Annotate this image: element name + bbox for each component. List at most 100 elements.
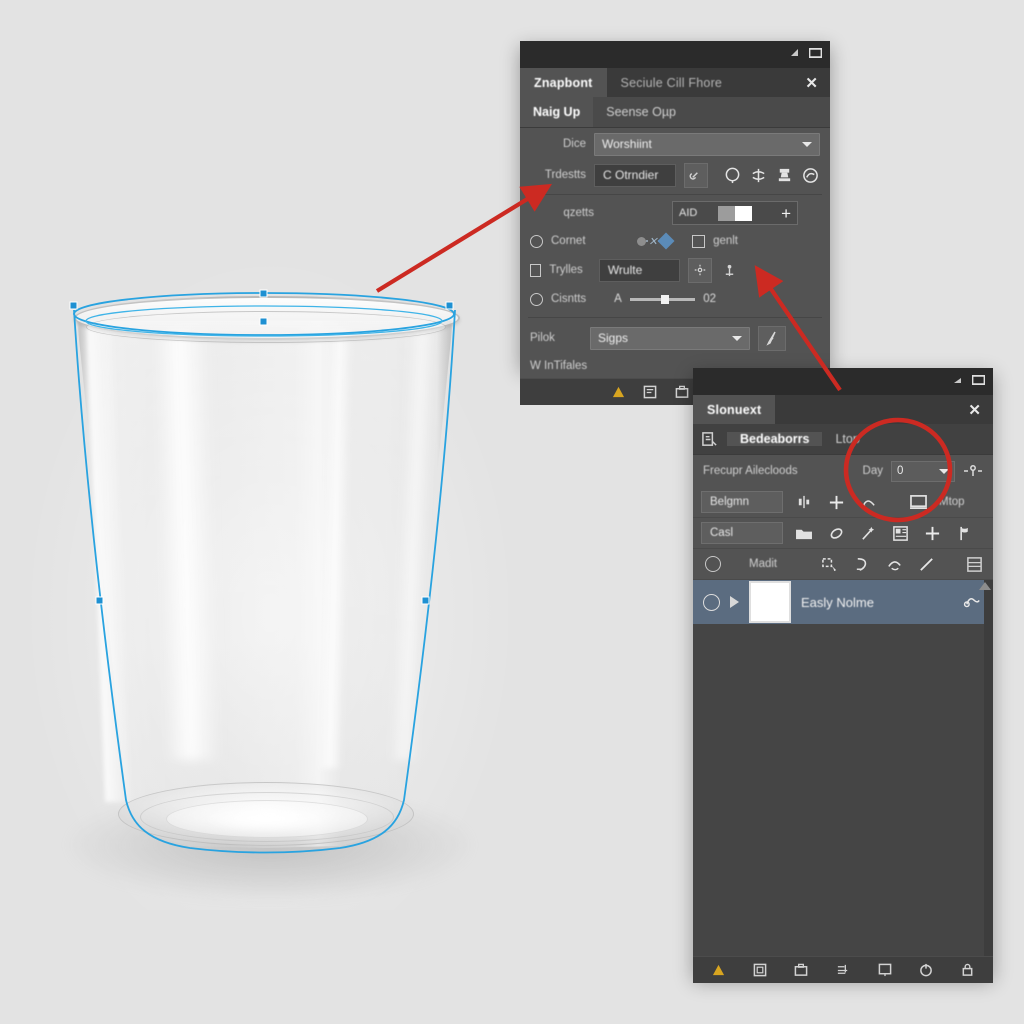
layer-list-scrollbar[interactable] xyxy=(984,580,993,956)
stamp-icon[interactable] xyxy=(776,164,794,186)
panel2-options-icon[interactable] xyxy=(963,463,983,479)
panel1-styles-field[interactable]: Wrulte xyxy=(598,258,680,282)
panel1-counts-slider[interactable] xyxy=(629,294,696,304)
refresh-icon[interactable] xyxy=(919,963,933,977)
panel1-subtabs[interactable]: Naig Up Seense Oµp xyxy=(520,97,830,128)
maximize-icon[interactable] xyxy=(809,47,822,58)
panel1-styles-row[interactable]: Trylles Wrulte xyxy=(520,255,830,285)
wand-icon[interactable] xyxy=(857,522,879,544)
panel2-day-combo[interactable]: 0 xyxy=(891,460,955,482)
checkbox-icon-2[interactable] xyxy=(530,263,542,277)
panel1-gradient-slider[interactable]: ✕ xyxy=(636,232,675,250)
panel1-subtab-0[interactable]: Naig Up xyxy=(520,97,594,127)
visibility-icon[interactable] xyxy=(703,593,720,611)
panel2-tabbar[interactable]: Slonuext ✕ xyxy=(693,395,993,424)
plus-icon-2[interactable] xyxy=(921,522,943,544)
screen-icon[interactable] xyxy=(907,491,929,513)
warning-icon-2[interactable] xyxy=(712,964,725,977)
pen-icon[interactable] xyxy=(758,325,786,351)
panel2-close-button[interactable]: ✕ xyxy=(968,401,981,419)
camera-icon[interactable] xyxy=(675,385,689,399)
panel1-tab-active[interactable]: Znapbont xyxy=(520,68,607,97)
panel2-toolbar-row-2[interactable]: Casl xyxy=(693,518,993,549)
panel1-options-row[interactable]: qzetts AID + xyxy=(520,199,830,227)
align-icon[interactable] xyxy=(793,491,815,513)
cloud-icon[interactable] xyxy=(802,164,820,186)
lasso-icon[interactable] xyxy=(724,164,742,186)
camera-icon-2[interactable] xyxy=(794,963,808,977)
slider-start-dot[interactable] xyxy=(636,236,646,246)
link-icon[interactable] xyxy=(684,162,708,188)
layer-thumbnail[interactable] xyxy=(749,581,791,623)
panel2-btn-casl[interactable]: Casl xyxy=(701,522,783,544)
panel2-tab-0[interactable]: Bedeaborrs xyxy=(727,432,823,446)
panel2-header-row[interactable]: Frecupr Ailecloods Day 0 xyxy=(693,455,993,487)
panel-filter-dialog[interactable]: Znapbont Seciule Cill Fhore ✕ Naig Up Se… xyxy=(520,41,830,405)
brush-icon[interactable] xyxy=(825,522,847,544)
note-icon[interactable] xyxy=(643,385,657,399)
panel1-add-icon[interactable]: + xyxy=(781,205,791,222)
folder-icon[interactable] xyxy=(793,522,815,544)
shape-icon[interactable] xyxy=(851,553,873,575)
layer-row[interactable]: Easly Nolme xyxy=(693,580,993,624)
flag-icon[interactable] xyxy=(953,522,975,544)
slider-midpoint-icon[interactable]: ✕ xyxy=(648,235,657,248)
panel2-toolbar-row-1[interactable]: Belgmn Mtop xyxy=(693,487,993,518)
panel2-panel-menu-icon[interactable] xyxy=(693,431,727,448)
transform-icon[interactable] xyxy=(687,257,713,283)
panel-icon[interactable] xyxy=(963,553,985,575)
chevron-right-icon[interactable] xyxy=(730,596,739,608)
panel1-counts-row[interactable]: Cisntts A 02 xyxy=(520,285,830,313)
panel1-mode-swatch-group[interactable]: AID + xyxy=(672,201,798,225)
minimize-icon-2[interactable] xyxy=(952,374,965,385)
panel2-window-buttons[interactable] xyxy=(952,374,985,385)
radio-icon[interactable] xyxy=(530,234,543,248)
checkbox-icon[interactable] xyxy=(692,234,706,248)
plus-icon[interactable] xyxy=(825,491,847,513)
grid-icon[interactable] xyxy=(889,522,911,544)
panel1-subtab-1[interactable]: Seense Oµp xyxy=(593,97,689,127)
slider-end-diamond[interactable] xyxy=(657,232,675,250)
panel2-btn-belgmn[interactable]: Belgmn xyxy=(701,491,783,513)
panel1-comet-row[interactable]: Cornet ✕ genlt xyxy=(520,227,830,255)
note-icon-2[interactable] xyxy=(753,963,767,977)
curve-icon-2[interactable] xyxy=(883,553,905,575)
panel2-tab-1[interactable]: Ltop xyxy=(822,432,872,446)
select-icon[interactable] xyxy=(819,553,841,575)
panel2-subtabs[interactable]: Bedeaborrs Ltop xyxy=(693,424,993,455)
scroll-up-icon[interactable] xyxy=(979,582,991,590)
panel1-tools-field[interactable]: C Otrndier xyxy=(594,163,677,187)
swatch-gray[interactable] xyxy=(718,205,736,221)
blend-icon[interactable] xyxy=(750,164,768,186)
panel2-footer[interactable] xyxy=(693,956,993,983)
lock-icon-2[interactable] xyxy=(961,963,974,977)
line-icon[interactable] xyxy=(915,553,937,575)
panel1-window-buttons[interactable] xyxy=(789,47,822,58)
warning-icon[interactable] xyxy=(612,386,625,399)
counts-slider-track[interactable] xyxy=(629,294,696,304)
panel1-titlebar[interactable] xyxy=(520,41,830,68)
panel1-preset-combo[interactable]: Worshiint xyxy=(594,132,820,156)
panel2-titlebar[interactable] xyxy=(693,368,993,395)
panel1-swatches[interactable] xyxy=(718,205,753,221)
maximize-icon-2[interactable] xyxy=(972,374,985,385)
panel2-layer-list[interactable]: Easly Nolme xyxy=(693,580,993,956)
minimize-icon[interactable] xyxy=(789,47,802,58)
fx-icon[interactable] xyxy=(963,591,983,614)
panel2-window-tab[interactable]: Slonuext xyxy=(693,395,776,424)
panel1-pilot-combo[interactable]: Sigps xyxy=(590,326,750,350)
radio-icon-3[interactable] xyxy=(705,556,721,572)
curve-icon[interactable] xyxy=(857,491,879,513)
panel2-toolbar-row-3[interactable]: Madit xyxy=(693,549,993,580)
panel1-pilot-row[interactable]: Pilok Sigps xyxy=(520,322,830,354)
mask-icon-2[interactable] xyxy=(878,963,892,977)
panel-layers[interactable]: Slonuext ✕ Bedeaborrs Ltop Frecupr Ailec… xyxy=(693,368,993,983)
panel1-close-button[interactable]: ✕ xyxy=(805,74,818,92)
radio-icon-2[interactable] xyxy=(530,292,543,306)
swatch-white[interactable] xyxy=(735,205,753,221)
options-icon[interactable] xyxy=(720,259,739,281)
counts-slider-knob[interactable] xyxy=(661,294,670,304)
panel1-tools-row[interactable]: Trdestts C Otrndier xyxy=(520,160,830,190)
layers-icon-2[interactable] xyxy=(836,963,850,977)
panel1-preset-row[interactable]: Dice Worshiint xyxy=(520,128,830,160)
